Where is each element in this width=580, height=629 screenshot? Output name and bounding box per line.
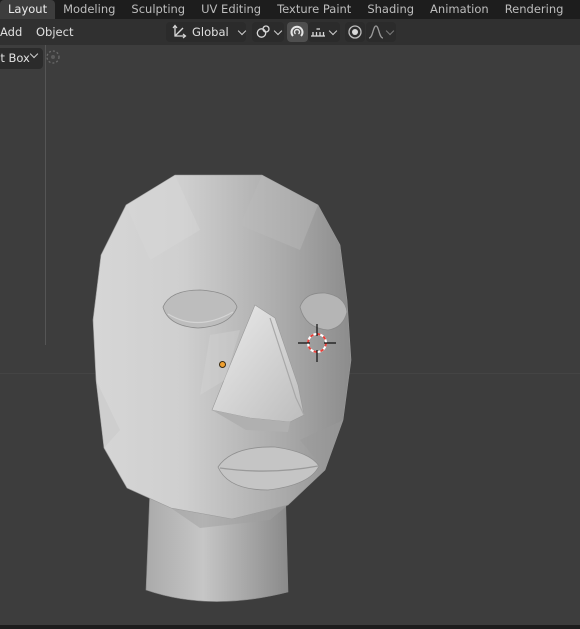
viewport-bottom-border [0, 625, 580, 629]
3d-cursor-icon[interactable] [298, 324, 336, 362]
head-mesh-render[interactable] [0, 0, 580, 629]
object-origin-point [219, 361, 226, 368]
blender-window: Layout Modeling Sculpting UV Editing Tex… [0, 0, 580, 629]
